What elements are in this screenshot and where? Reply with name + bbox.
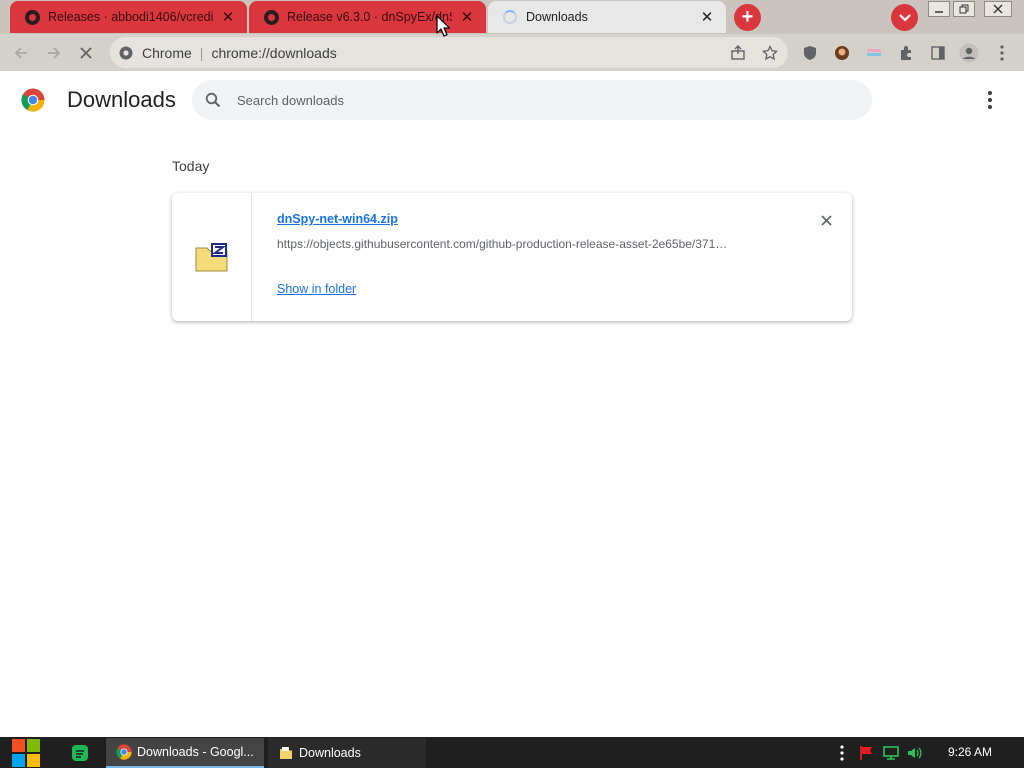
github-icon bbox=[24, 9, 40, 25]
loading-spinner-icon bbox=[502, 9, 518, 25]
arrow-left-icon bbox=[14, 47, 27, 59]
share-icon bbox=[731, 45, 745, 60]
tab-downloads[interactable]: Downloads ✕ bbox=[488, 1, 726, 33]
share-button[interactable] bbox=[727, 42, 749, 64]
restore-button[interactable] bbox=[953, 1, 975, 17]
avatar-icon bbox=[835, 46, 849, 60]
tray-overflow-button[interactable] bbox=[833, 744, 851, 762]
restore-icon bbox=[959, 4, 969, 14]
page-title: Downloads bbox=[67, 87, 176, 112]
remove-download-button[interactable] bbox=[816, 210, 836, 230]
spotify-icon bbox=[72, 745, 88, 761]
close-icon[interactable]: ✕ bbox=[698, 8, 716, 26]
address-bar[interactable]: Chrome | chrome://downloads bbox=[110, 37, 788, 68]
close-icon bbox=[80, 47, 92, 59]
start-button[interactable] bbox=[8, 737, 44, 768]
mouse-cursor-icon bbox=[436, 15, 450, 37]
tab-releases-vcredist[interactable]: Releases · abbodi1406/vcredist ✕ bbox=[10, 1, 247, 33]
dot bbox=[988, 105, 992, 109]
extensions-button[interactable] bbox=[895, 42, 917, 64]
url-text: chrome://downloads bbox=[211, 44, 337, 61]
date-heading: Today bbox=[172, 158, 210, 174]
chrome-logo-icon bbox=[21, 88, 45, 112]
search-box[interactable] bbox=[192, 80, 872, 120]
puzzle-icon bbox=[901, 46, 911, 60]
stop-loading-button[interactable] bbox=[75, 42, 97, 64]
file-name-link[interactable]: dnSpy-net-win64.zip bbox=[277, 212, 398, 226]
vertical-dots-icon bbox=[840, 745, 844, 761]
bookmark-button[interactable] bbox=[759, 42, 781, 64]
flag-icon bbox=[860, 746, 872, 760]
taskbar-explorer-downloads[interactable]: Downloads bbox=[268, 738, 426, 768]
gradient-extension-button[interactable] bbox=[863, 42, 885, 64]
shield-icon bbox=[804, 46, 816, 60]
file-icon-area bbox=[172, 193, 252, 321]
side-panel-icon bbox=[931, 46, 945, 60]
download-item-card: dnSpy-net-win64.zip https://objects.gith… bbox=[172, 193, 852, 321]
close-icon bbox=[993, 4, 1003, 14]
dot bbox=[988, 91, 992, 95]
avatar-extension-button[interactable] bbox=[831, 42, 853, 64]
tray-volume[interactable] bbox=[905, 744, 923, 762]
person-icon bbox=[959, 43, 979, 63]
tray-action-center[interactable] bbox=[858, 744, 876, 762]
extension-icon bbox=[867, 49, 881, 56]
tab-release-dnspy[interactable]: Release v6.3.0 · dnSpyEx/dnSpy ✕ bbox=[249, 1, 486, 33]
star-icon bbox=[762, 45, 778, 61]
tab-title: Downloads bbox=[526, 10, 588, 24]
taskbar-clock[interactable]: 9:26 AM bbox=[940, 745, 1000, 759]
omnibox-divider: | bbox=[199, 44, 204, 61]
taskbar-chrome-downloads[interactable]: Downloads - Googl... bbox=[106, 738, 264, 768]
more-actions-button[interactable] bbox=[980, 90, 1000, 110]
site-chip: Chrome bbox=[142, 44, 192, 61]
tab-title: Release v6.3.0 · dnSpyEx/dnSpy bbox=[287, 10, 452, 24]
windows-logo-icon bbox=[12, 738, 40, 767]
search-input[interactable] bbox=[237, 92, 837, 108]
forward-button[interactable] bbox=[43, 42, 65, 64]
browser-toolbar: Chrome | chrome://downloads bbox=[0, 34, 1024, 71]
file-source-url: https://objects.githubusercontent.com/gi… bbox=[277, 237, 728, 251]
close-icon bbox=[820, 214, 832, 226]
folder-icon bbox=[278, 745, 294, 761]
vertical-dots-icon bbox=[1000, 45, 1004, 61]
new-tab-button[interactable]: + bbox=[734, 4, 761, 31]
profile-button[interactable] bbox=[958, 42, 980, 64]
window-close-button[interactable] bbox=[984, 1, 1012, 17]
tab-title: Releases · abbodi1406/vcredist bbox=[48, 10, 213, 24]
arrow-right-icon bbox=[48, 47, 61, 59]
task-label: Downloads bbox=[299, 746, 361, 760]
speaker-icon bbox=[908, 747, 922, 759]
downloads-page: Downloads Today dnSpy-net-win64.zip http… bbox=[0, 71, 1024, 737]
side-panel-button[interactable] bbox=[927, 42, 949, 64]
network-icon bbox=[883, 746, 899, 760]
close-icon[interactable]: ✕ bbox=[219, 8, 237, 26]
chevron-down-icon bbox=[898, 13, 911, 22]
github-icon bbox=[263, 9, 279, 25]
chrome-icon bbox=[116, 744, 132, 760]
chrome-icon bbox=[118, 45, 134, 61]
tab-search-button[interactable] bbox=[891, 4, 918, 31]
task-label: Downloads - Googl... bbox=[137, 745, 254, 759]
search-icon bbox=[204, 91, 222, 109]
chrome-menu-button[interactable] bbox=[991, 42, 1013, 64]
dot bbox=[988, 98, 992, 102]
zip-archive-icon bbox=[195, 243, 227, 272]
show-in-folder-link[interactable]: Show in folder bbox=[277, 282, 356, 296]
ublock-extension-button[interactable] bbox=[799, 42, 821, 64]
minimize-button[interactable] bbox=[928, 1, 950, 17]
tab-strip: Releases · abbodi1406/vcredist ✕ Release… bbox=[0, 0, 1024, 34]
back-button[interactable] bbox=[10, 42, 32, 64]
close-icon[interactable]: ✕ bbox=[458, 8, 476, 26]
quick-launch-app-button[interactable] bbox=[70, 743, 90, 763]
windows-taskbar: Downloads - Googl... Downloads 9:26 AM bbox=[0, 737, 1024, 768]
minimize-icon bbox=[935, 11, 943, 13]
tray-network[interactable] bbox=[882, 744, 900, 762]
